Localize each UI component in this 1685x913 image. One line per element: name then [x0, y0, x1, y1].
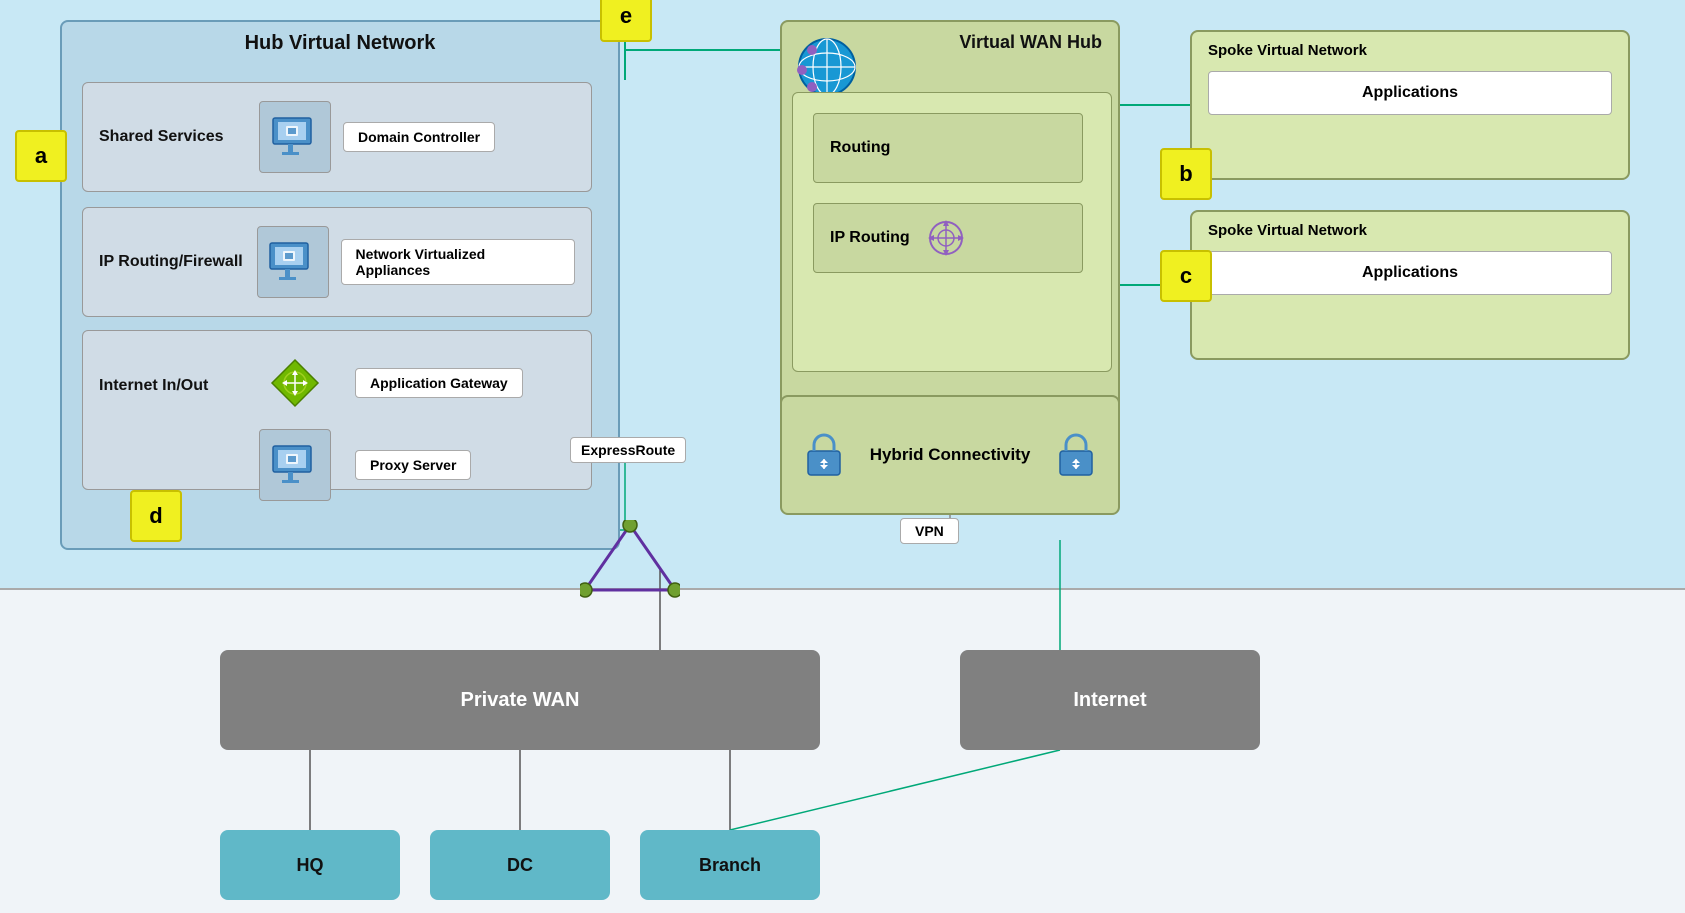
spoke-vnet-1-title: Spoke Virtual Network: [1192, 32, 1628, 63]
spoke-vnet-1: Spoke Virtual Network Applications: [1190, 30, 1630, 180]
internet-box: Internet: [960, 650, 1260, 750]
private-wan-box: Private WAN: [220, 650, 820, 750]
expressroute-triangle: [580, 520, 680, 605]
ip-routing-box: IP Routing: [813, 203, 1083, 273]
spoke-vnet-2-title: Spoke Virtual Network: [1192, 212, 1628, 243]
ip-routing-firewall-label: IP Routing/Firewall: [99, 253, 257, 271]
app-gateway-icon: [259, 347, 331, 419]
network-appliance-icon: [257, 226, 329, 298]
ip-routing-firewall-row: IP Routing/Firewall Network Virtualized …: [82, 207, 592, 317]
hybrid-connectivity-title: Hybrid Connectivity: [860, 445, 1040, 465]
dc-node: DC: [430, 830, 610, 900]
hub-vnet: Hub Virtual Network Shared Services Doma…: [60, 20, 620, 550]
label-e: e: [600, 0, 652, 42]
hybrid-lock-left-icon: [798, 429, 850, 481]
branch-node: Branch: [640, 830, 820, 900]
spoke-vnet-2-app: Applications: [1208, 251, 1612, 295]
hybrid-lock-right-icon: [1050, 429, 1102, 481]
routing-box: Routing: [813, 113, 1083, 183]
domain-controller-tag: Domain Controller: [343, 122, 495, 152]
expressroute-label: ExpressRoute: [570, 437, 686, 463]
proxy-server-icon: [259, 429, 331, 501]
label-c: c: [1160, 250, 1212, 302]
network-appliance-tag: Network Virtualized Appliances: [341, 239, 576, 285]
internet-inout-row: Internet In/Out: [82, 330, 592, 490]
internet-inout-label: Internet In/Out: [99, 347, 259, 395]
internet-services: Application Gateway Proxy Server: [259, 347, 523, 501]
app-gateway-row: Application Gateway: [259, 347, 523, 419]
wan-hub-inner: Routing IP Routing: [792, 92, 1112, 372]
shared-services-label: Shared Services: [99, 128, 259, 146]
vpn-tag: VPN: [900, 518, 959, 544]
label-b: b: [1160, 148, 1212, 200]
spoke-vnet-1-app: Applications: [1208, 71, 1612, 115]
ip-routing-label: IP Routing: [830, 229, 910, 247]
proxy-server-tag: Proxy Server: [355, 450, 471, 480]
hub-vnet-title: Hub Virtual Network: [62, 22, 618, 61]
shared-services-row: Shared Services Domain Controller: [82, 82, 592, 192]
proxy-server-row: Proxy Server: [259, 429, 523, 501]
spoke-vnet-2: Spoke Virtual Network Applications: [1190, 210, 1630, 360]
hq-node: HQ: [220, 830, 400, 900]
domain-controller-icon: [259, 101, 331, 173]
routing-label: Routing: [830, 139, 890, 157]
hybrid-connectivity-box: Hybrid Connectivity: [780, 395, 1120, 515]
app-gateway-tag: Application Gateway: [355, 368, 523, 398]
label-a: a: [15, 130, 67, 182]
label-d: d: [130, 490, 182, 542]
